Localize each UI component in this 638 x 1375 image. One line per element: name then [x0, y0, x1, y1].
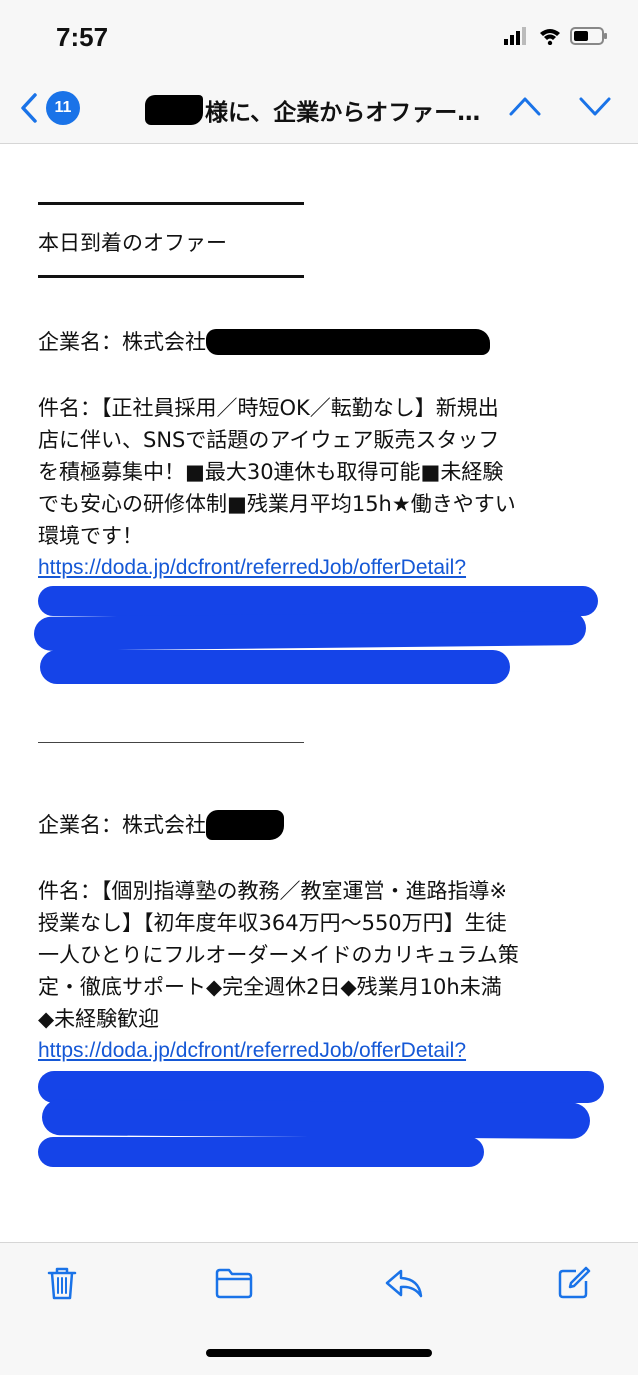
reply-button[interactable]: [384, 1265, 424, 1301]
unread-count-badge: 11: [46, 91, 80, 125]
status-bar: 7:57: [0, 0, 638, 72]
subject-line: 環境です！: [38, 524, 143, 548]
subject-line: を積極募集中！■最大30連休も取得可能■未経験: [38, 460, 504, 484]
offer-link[interactable]: https://doda.jp/dcfront/referredJob/offe…: [38, 552, 608, 584]
subject-line: 件名：【正社員採用／時短OK／転勤なし】新規出: [38, 396, 499, 420]
folder-icon: [215, 1268, 253, 1299]
divider: [38, 275, 304, 278]
mail-nav-bar: 11 様に、企業からオファー…: [0, 72, 638, 144]
status-time: 7:57: [56, 22, 109, 52]
chevron-up-icon[interactable]: [508, 94, 542, 118]
mail-toolbar: [0, 1242, 638, 1375]
message-title-text: 様に、企業からオファー…: [205, 100, 481, 126]
company-label: 企業名：株式会社: [38, 330, 206, 354]
chevron-left-icon: [21, 93, 37, 123]
redacted-company: [206, 810, 284, 840]
message-title: 様に、企業からオファー…: [145, 92, 495, 128]
status-icons: [504, 26, 608, 46]
message-nav-arrows: [508, 94, 612, 118]
section-header: 本日到着のオファー: [38, 231, 227, 255]
reply-icon: [385, 1269, 423, 1298]
trash-icon: [47, 1267, 77, 1300]
redacted-name: [145, 95, 203, 125]
redacted-link-scribble: [38, 1067, 608, 1167]
offer-link[interactable]: https://doda.jp/dcfront/referredJob/offe…: [38, 1035, 608, 1067]
compose-button[interactable]: [556, 1265, 592, 1301]
company-name-row: 企業名：株式会社: [38, 326, 608, 358]
mail-body: 本日到着のオファー 企業名：株式会社 件名：【正社員採用／時短OK／転勤なし】新…: [33, 144, 608, 1167]
divider: [38, 202, 304, 205]
move-folder-button[interactable]: [214, 1265, 254, 1301]
subject-line: 件名：【個別指導塾の教務／教室運営・進路指導※: [38, 879, 508, 903]
company-label: 企業名：株式会社: [38, 813, 206, 837]
redacted-company: [206, 329, 490, 355]
subject-line: でも安心の研修体制■残業月平均15h★働きやすい: [38, 492, 516, 516]
cellular-signal-icon: [504, 27, 526, 45]
subject-line: 定・徹底サポート◆完全週休2日◆残業月10h未満: [38, 975, 502, 999]
chevron-down-icon[interactable]: [578, 94, 612, 118]
home-indicator[interactable]: [206, 1349, 432, 1357]
trash-button[interactable]: [44, 1265, 80, 1301]
redacted-link-scribble: [33, 584, 608, 694]
subject-line: 店に伴い、SNSで話題のアイウェア販売スタッフ: [38, 428, 500, 452]
compose-icon: [558, 1266, 591, 1299]
offer-subject: 件名：【個別指導塾の教務／教室運営・進路指導※ 授業なし】【初年度年収364万円…: [38, 875, 608, 1035]
company-name-row: 企業名：株式会社: [38, 809, 608, 841]
wifi-icon: [540, 29, 560, 45]
battery-icon: [570, 27, 607, 45]
subject-line: ◆未経験歓迎: [38, 1007, 160, 1031]
back-button[interactable]: 11: [20, 90, 90, 126]
divider: [38, 742, 304, 743]
subject-line: 授業なし】【初年度年収364万円〜550万円】生徒: [38, 911, 507, 935]
offer-subject: 件名：【正社員採用／時短OK／転勤なし】新規出 店に伴い、SNSで話題のアイウェ…: [38, 392, 608, 552]
subject-line: 一人ひとりにフルオーダーメイドのカリキュラム策: [38, 943, 519, 967]
